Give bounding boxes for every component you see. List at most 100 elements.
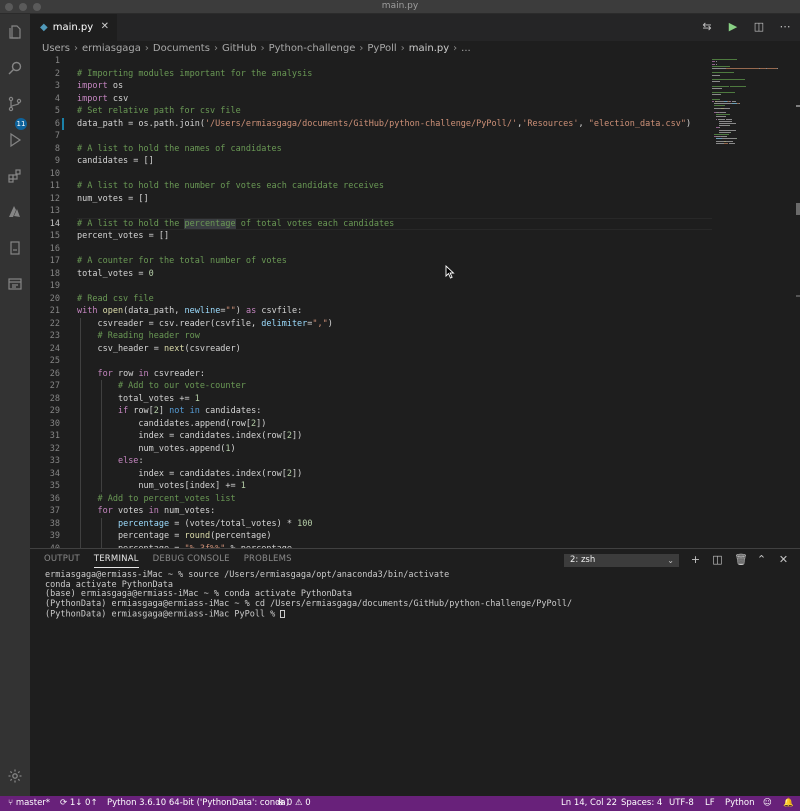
files-icon[interactable] bbox=[5, 22, 25, 42]
code-line[interactable]: else: bbox=[77, 455, 144, 468]
breadcrumb-item[interactable]: main.py bbox=[409, 43, 449, 54]
code-line[interactable]: # Add to our vote-counter bbox=[77, 380, 246, 393]
breadcrumb-item[interactable]: GitHub bbox=[222, 43, 257, 54]
breadcrumb-item[interactable]: Documents bbox=[153, 43, 210, 54]
open-changes-icon[interactable]: ⇆ bbox=[700, 19, 714, 33]
line-number: 23 bbox=[49, 331, 60, 341]
line-ending[interactable]: LF bbox=[705, 798, 715, 808]
line-number: 36 bbox=[49, 493, 60, 504]
terminal-select[interactable]: 2: zsh ⌄ bbox=[564, 554, 679, 567]
feedback-icon[interactable]: ☺ bbox=[763, 798, 772, 808]
code-line[interactable]: index = candidates.index(row[2]) bbox=[77, 430, 302, 443]
code-line[interactable]: total_votes += 1 bbox=[77, 393, 200, 406]
more-actions-icon[interactable]: ⋯ bbox=[778, 19, 792, 33]
split-editor-icon[interactable]: ◫ bbox=[752, 19, 766, 33]
source-control-icon[interactable] bbox=[5, 94, 25, 114]
code-line[interactable]: candidates = [] bbox=[77, 155, 154, 168]
code-line[interactable]: percent_votes = [] bbox=[77, 230, 169, 243]
breadcrumb-item[interactable]: Users bbox=[42, 43, 70, 54]
code-line[interactable]: for row in csvreader: bbox=[77, 368, 205, 381]
code-line[interactable]: # A list to hold the percentage of total… bbox=[77, 218, 394, 231]
breadcrumb-item[interactable]: Python-challenge bbox=[269, 43, 356, 54]
new-terminal-icon[interactable]: + bbox=[690, 553, 701, 566]
run-debug-icon[interactable] bbox=[5, 130, 25, 150]
code-line[interactable]: # Importing modules important for the an… bbox=[77, 68, 312, 81]
terminal-output[interactable]: ermiasgaga@ermiass-iMac ~ % source /User… bbox=[45, 570, 785, 620]
tab-main-py[interactable]: ◆ main.py ✕ bbox=[30, 14, 117, 41]
breadcrumb-item[interactable]: ermiasgaga bbox=[82, 43, 141, 54]
maximize-panel-icon[interactable]: ⌃ bbox=[756, 553, 767, 566]
scroll-thumb[interactable] bbox=[796, 203, 800, 215]
code-line[interactable]: # Read csv file bbox=[77, 293, 154, 306]
tab-debug-console[interactable]: DEBUG CONSOLE bbox=[153, 554, 230, 568]
split-terminal-icon[interactable]: ◫ bbox=[712, 553, 723, 566]
tab-problems[interactable]: PROBLEMS bbox=[244, 554, 292, 568]
code-token: ]) bbox=[291, 468, 303, 479]
code-line[interactable]: num_votes.append(1) bbox=[77, 443, 235, 456]
cursor-position[interactable]: Ln 14, Col 22 bbox=[561, 798, 617, 808]
code-line[interactable]: candidates.append(row[2]) bbox=[77, 418, 266, 431]
code-line[interactable]: import os bbox=[77, 80, 123, 93]
code-line[interactable]: for votes in num_votes: bbox=[77, 505, 215, 518]
breadcrumb-separator: › bbox=[213, 42, 218, 54]
breadcrumb-item[interactable]: PyPoll bbox=[367, 43, 396, 54]
breadcrumb-item[interactable]: ... bbox=[461, 43, 471, 54]
terminal-text: (PythonData) ermiasgaga@ermiass-iMac ~ %… bbox=[45, 599, 573, 610]
notebook-icon[interactable] bbox=[5, 238, 25, 258]
code-line[interactable]: num_votes = [] bbox=[77, 193, 149, 206]
code-line[interactable]: index = candidates.index(row[2]) bbox=[77, 468, 302, 481]
close-icon[interactable]: ✕ bbox=[101, 21, 109, 32]
code-token: ] bbox=[158, 406, 170, 416]
code-line[interactable]: # A list to hold the names of candidates bbox=[77, 143, 282, 156]
code-line[interactable]: with open(data_path, newline="") as csvf… bbox=[77, 305, 302, 318]
code-line[interactable]: csv_header = next(csvreader) bbox=[77, 343, 240, 356]
code-line[interactable]: import csv bbox=[77, 93, 128, 106]
code-line[interactable]: # A counter for the total number of vote… bbox=[77, 255, 287, 268]
azure-icon[interactable] bbox=[5, 202, 25, 222]
tab-output[interactable]: OUTPUT bbox=[44, 554, 80, 568]
search-icon[interactable] bbox=[5, 58, 25, 78]
code-line[interactable]: # A list to hold the number of votes eac… bbox=[77, 180, 384, 193]
run-file-icon[interactable]: ▶ bbox=[726, 19, 740, 33]
terminal-line: (PythonData) ermiasgaga@ermiass-iMac PyP… bbox=[45, 609, 785, 620]
code-line[interactable]: percentage = round(percentage) bbox=[77, 530, 272, 543]
sync-status[interactable]: ⟳ 1↓ 0↑ bbox=[60, 798, 98, 808]
code-line[interactable]: data_path = os.path.join('/Users/ermiasg… bbox=[77, 118, 691, 131]
line-number: 20 bbox=[49, 293, 60, 304]
code-line[interactable]: if row[2] not in candidates: bbox=[77, 405, 261, 418]
language-mode[interactable]: Python bbox=[725, 798, 754, 808]
code-token: delimiter bbox=[261, 318, 308, 329]
python-interpreter[interactable]: Python 3.6.10 64-bit ('PythonData': cond… bbox=[107, 798, 289, 808]
line-number: 29 bbox=[49, 406, 60, 416]
tab-terminal[interactable]: TERMINAL bbox=[93, 554, 139, 568]
preview-icon[interactable] bbox=[5, 274, 25, 294]
close-panel-icon[interactable]: ✕ bbox=[778, 553, 789, 566]
indentation[interactable]: Spaces: 4 bbox=[621, 798, 662, 808]
code-line[interactable]: csvreader = csv.reader(csvfile, delimite… bbox=[77, 318, 332, 331]
minimap-line bbox=[728, 125, 730, 127]
code-line[interactable]: # Add to percent_votes list bbox=[77, 493, 235, 506]
code-line[interactable]: percentage = (votes/total_votes) * 100 bbox=[77, 518, 312, 531]
terminal-text: ermiasgaga@ermiass-iMac ~ % source /User… bbox=[45, 570, 450, 580]
minimap[interactable] bbox=[712, 55, 792, 195]
problems-status[interactable]: ⊗ 0 ⚠ 0 bbox=[277, 798, 311, 808]
editor-scrollbar[interactable] bbox=[794, 55, 800, 548]
code-line[interactable]: num_votes[index] += 1 bbox=[77, 480, 245, 493]
notifications-bell-icon[interactable]: 🔔 bbox=[783, 798, 794, 808]
code-line[interactable]: total_votes = 0 bbox=[77, 268, 154, 281]
code-editor[interactable]: 1 2 3 4 5 6 7 8 9 10 11 12 13 14 15 16 17 18 19 20 21 22 23 24 2… bbox=[30, 55, 800, 548]
line-number: 39 bbox=[49, 531, 60, 541]
code-line[interactable]: # Reading header row bbox=[77, 330, 199, 343]
code-token: of total votes each candidates bbox=[235, 218, 395, 229]
git-branch[interactable]: ⑂ master* bbox=[8, 798, 50, 808]
code-line[interactable]: # Set relative path for csv file bbox=[77, 105, 241, 118]
status-bar: ⑂ master* ⟳ 1↓ 0↑ Python 3.6.10 64-bit (… bbox=[0, 796, 800, 811]
extensions-icon[interactable] bbox=[5, 166, 25, 186]
settings-gear-icon[interactable] bbox=[5, 766, 25, 786]
minimap-line bbox=[718, 127, 720, 129]
minimap-line bbox=[721, 136, 727, 138]
trash-icon[interactable]: 🗑 bbox=[734, 553, 748, 566]
encoding[interactable]: UTF-8 bbox=[669, 798, 694, 808]
line-number: 27 bbox=[49, 381, 60, 391]
